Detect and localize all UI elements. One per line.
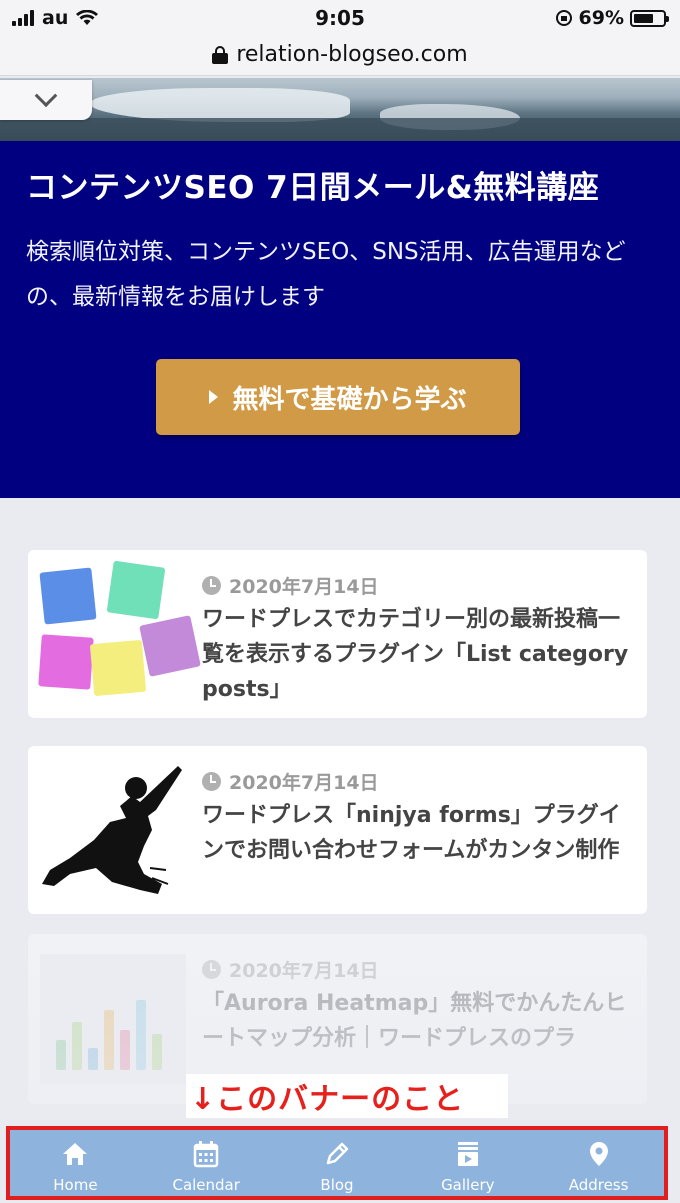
clock-icon: [202, 772, 221, 791]
post-title[interactable]: 「Aurora Heatmap」無料でかんたんヒートマップ分析｜ワードプレスのプ…: [202, 986, 632, 1056]
address-bar[interactable]: relation-blogseo.com: [0, 34, 680, 76]
post-date: 2020年7月14日: [202, 956, 379, 983]
nav-item-gallery[interactable]: Gallery: [402, 1130, 533, 1196]
nav-item-calendar[interactable]: Calendar: [141, 1130, 272, 1196]
battery-icon: [630, 9, 669, 27]
annotation-text: ↓このバナーのこと: [190, 1082, 465, 1117]
nav-label: Home: [53, 1176, 98, 1194]
post-date-text: 2020年7月14日: [229, 772, 379, 794]
status-bar: au 9:05 69%: [0, 0, 680, 34]
promo-description: 検索順位対策、コンテンツSEO、SNS活用、広告運用などの、最新情報をお届けしま…: [26, 238, 626, 310]
calendar-icon: [193, 1141, 219, 1168]
post-title[interactable]: ワードプレスでカテゴリー別の最新投稿一覧を表示するプラグイン「List cate…: [202, 602, 632, 707]
promo-title: コンテンツSEO 7日間メール&無料講座: [26, 170, 600, 206]
chevron-down-icon: [34, 84, 58, 108]
cta-label: 無料で基礎から学ぶ: [232, 384, 467, 415]
nav-label: Address: [568, 1176, 629, 1194]
home-icon: [63, 1143, 88, 1165]
url-text: relation-blogseo.com: [236, 42, 468, 67]
menu-toggle-button[interactable]: [0, 80, 92, 120]
location-pin-icon: [589, 1142, 608, 1166]
nav-item-address[interactable]: Address: [533, 1130, 664, 1196]
post-card[interactable]: 2020年7月14日 ワードプレス「ninjya forms」プラグインでお問い…: [28, 746, 647, 914]
nav-item-home[interactable]: Home: [10, 1130, 141, 1196]
nav-label: Gallery: [441, 1176, 495, 1194]
header-image: [0, 78, 680, 142]
status-right: 69%: [555, 7, 669, 29]
post-title[interactable]: ワードプレス「ninjya forms」プラグインでお問い合わせフォームがカンタ…: [202, 798, 632, 868]
post-date-text: 2020年7月14日: [229, 576, 379, 598]
nav-item-blog[interactable]: Blog: [272, 1130, 403, 1196]
nav-label: Blog: [320, 1176, 354, 1194]
clock-icon: [202, 960, 221, 979]
post-date-text: 2020年7月14日: [229, 960, 379, 982]
gallery-icon: [457, 1142, 478, 1166]
ninja-silhouette-thumbnail: [42, 766, 182, 894]
promo-section: コンテンツSEO 7日間メール&無料講座 検索順位対策、コンテンツSEO、SNS…: [0, 141, 680, 498]
post-date: 2020年7月14日: [202, 572, 379, 599]
pencil-icon: [326, 1142, 349, 1165]
sticky-notes-thumbnail: [38, 560, 201, 700]
clock-icon: [202, 576, 221, 595]
post-date: 2020年7月14日: [202, 768, 379, 795]
play-triangle-icon: [209, 390, 219, 404]
nav-label: Calendar: [172, 1176, 240, 1194]
heatmap-thumbnail: [40, 954, 186, 1084]
annotation-label: ↓このバナーのこと: [186, 1074, 508, 1118]
lock-icon: [212, 45, 229, 64]
bottom-nav-bar: Home Calendar Blog Gallery Address: [6, 1126, 668, 1200]
battery-percent: 69%: [578, 7, 624, 29]
post-card[interactable]: 2020年7月14日 ワードプレスでカテゴリー別の最新投稿一覧を表示するプラグイ…: [28, 550, 647, 718]
orientation-lock-icon: [555, 10, 572, 26]
cta-button[interactable]: 無料で基礎から学ぶ: [156, 359, 520, 435]
